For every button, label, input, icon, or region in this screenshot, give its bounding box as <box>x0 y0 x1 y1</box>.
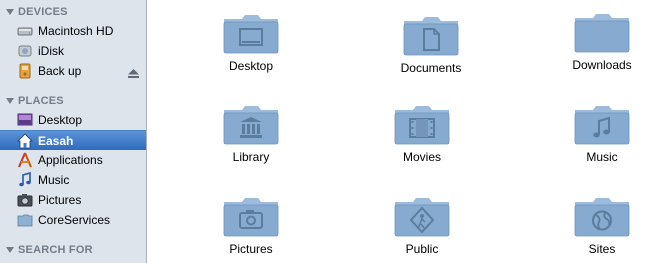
sidebar-item-music[interactable]: Music <box>0 170 146 190</box>
pictures-folder-icon <box>223 198 279 237</box>
sidebar-item-easah[interactable]: Easah <box>0 130 146 150</box>
camera-icon <box>17 192 33 208</box>
documents-folder-icon <box>403 17 459 56</box>
disclosure-triangle-icon[interactable] <box>6 247 14 253</box>
music-folder-icon <box>574 106 630 145</box>
sites-folder-icon <box>574 198 630 237</box>
desktop-folder-icon <box>223 15 279 54</box>
movies-folder-icon <box>394 106 450 145</box>
music-note-icon <box>17 172 33 188</box>
sidebar-item-applications[interactable]: Applications <box>0 150 146 170</box>
folder-icon <box>17 212 33 228</box>
hard-drive-icon <box>17 23 33 39</box>
sidebar-item-macintosh-hd[interactable]: Macintosh HD <box>0 21 146 41</box>
folder-pictures[interactable]: Pictures <box>191 196 311 256</box>
folder-movies[interactable]: Movies <box>362 104 482 164</box>
applications-icon <box>17 152 33 168</box>
sidebar-item-coreservices[interactable]: CoreServices <box>0 210 146 230</box>
desktop-icon <box>17 112 33 128</box>
sidebar: DEVICES Macintosh HD iDisk Back up PLACE… <box>0 0 147 263</box>
folder-documents[interactable]: Documents <box>371 15 491 75</box>
eject-icon[interactable] <box>128 67 139 78</box>
disclosure-triangle-icon[interactable] <box>6 98 14 104</box>
folder-library[interactable]: Library <box>191 104 311 164</box>
sidebar-item-desktop[interactable]: Desktop <box>0 110 146 130</box>
folder-desktop[interactable]: Desktop <box>191 13 311 73</box>
idisk-icon <box>17 43 33 59</box>
disclosure-triangle-icon[interactable] <box>6 9 14 15</box>
backup-drive-icon <box>17 63 33 79</box>
library-folder-icon <box>223 106 279 145</box>
folder-music[interactable]: Music <box>542 104 662 164</box>
sidebar-item-pictures[interactable]: Pictures <box>0 190 146 210</box>
sidebar-item-back-up[interactable]: Back up <box>0 61 146 81</box>
search-for-header[interactable]: SEARCH FOR <box>0 241 146 259</box>
folder-public[interactable]: Public <box>362 196 482 256</box>
folder-downloads[interactable]: Downloads <box>542 12 662 72</box>
sidebar-item-idisk[interactable]: iDisk <box>0 41 146 61</box>
places-header[interactable]: PLACES <box>0 92 146 110</box>
downloads-folder-icon <box>574 14 630 53</box>
public-folder-icon <box>394 198 450 237</box>
folder-grid: Desktop Documents Downloads Library Movi… <box>148 0 664 263</box>
home-icon <box>17 132 33 149</box>
folder-sites[interactable]: Sites <box>542 196 662 256</box>
devices-header[interactable]: DEVICES <box>0 3 146 21</box>
